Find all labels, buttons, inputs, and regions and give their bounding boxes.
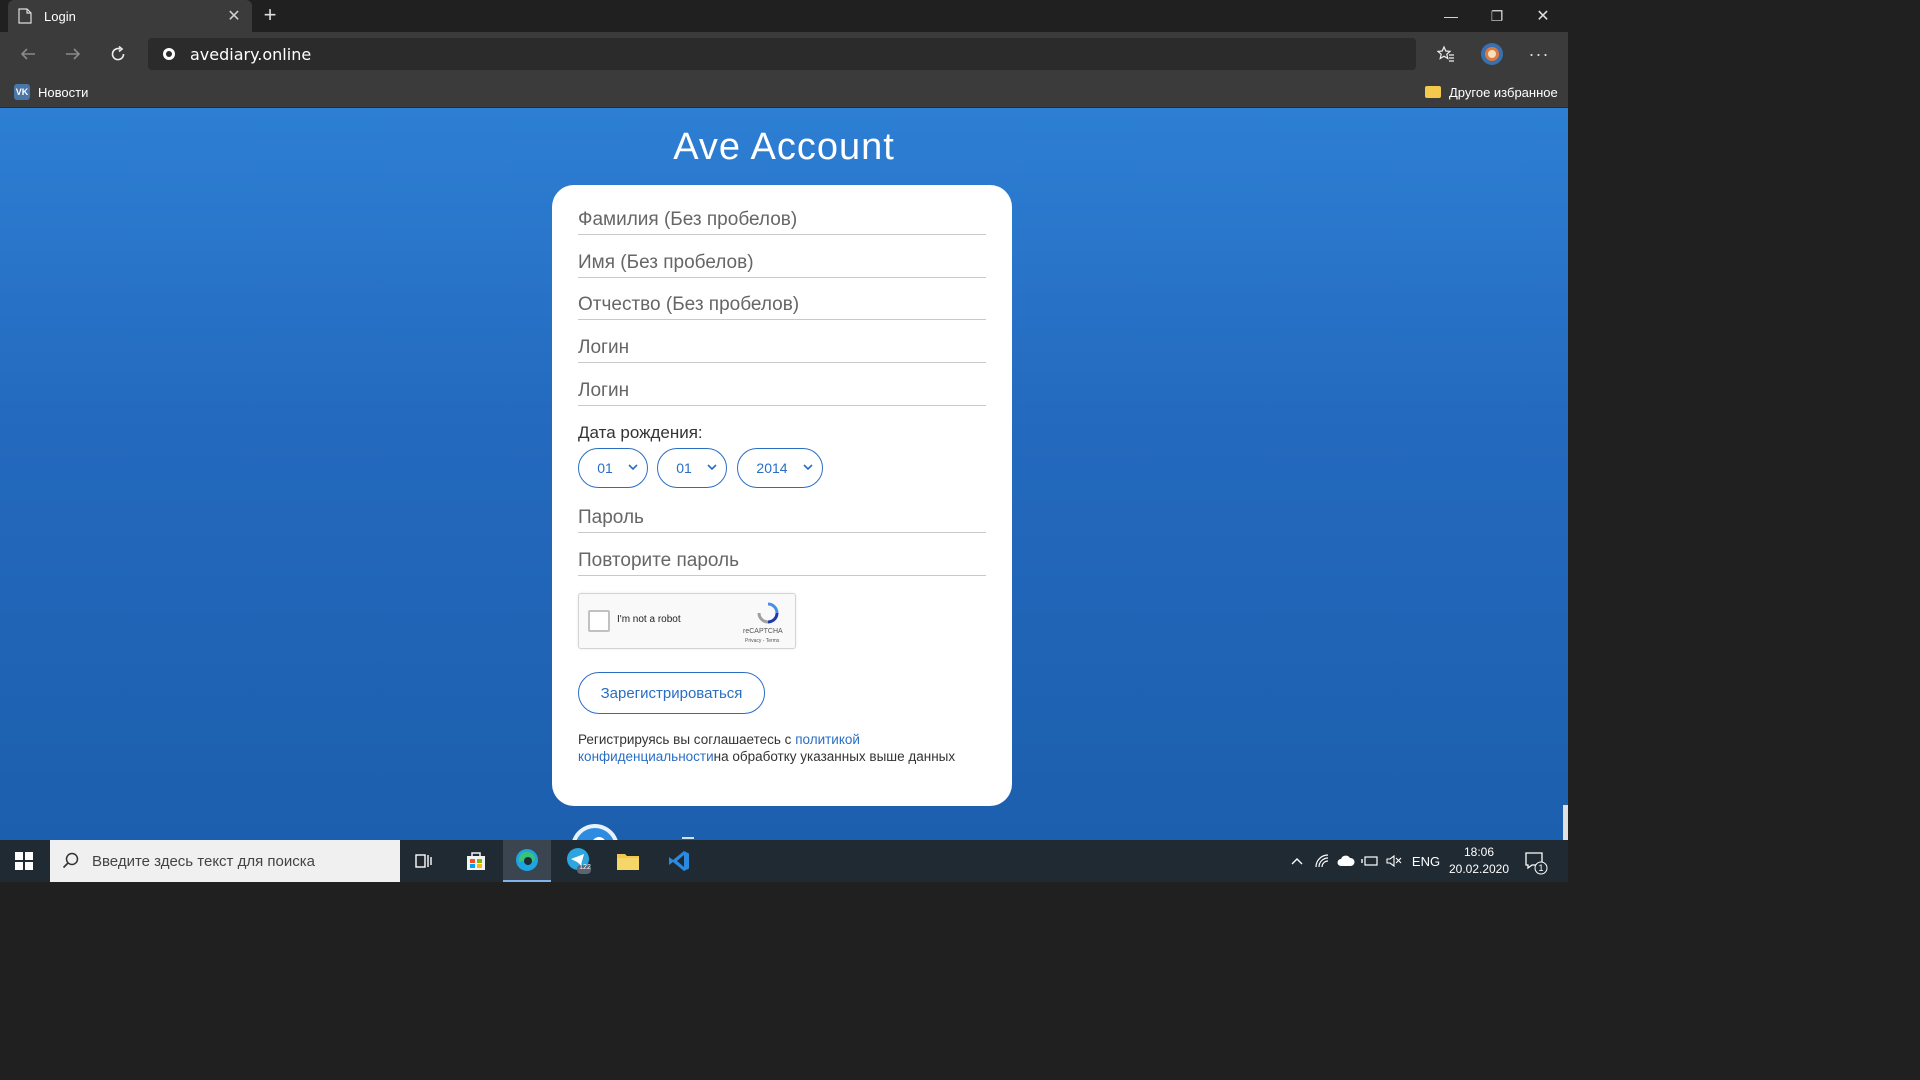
store-icon[interactable] [452, 840, 500, 882]
task-view-icon[interactable] [400, 840, 448, 882]
last-name-field[interactable]: Фамилия (Без пробелов) [578, 209, 986, 235]
web-page: Ave Account Фамилия (Без пробелов) Имя (… [0, 108, 1568, 840]
password-repeat-field[interactable]: Повторите пароль [578, 550, 986, 576]
recaptcha-logo-icon [757, 602, 779, 624]
dob-day-value: 01 [597, 460, 613, 476]
dob-day-select[interactable]: 01 [578, 448, 648, 488]
dob-month-value: 01 [676, 460, 692, 476]
recaptcha-widget: I'm not a robot reCAPTCHA Privacy - Term… [578, 593, 796, 649]
notification-count: 1 [1538, 863, 1544, 873]
more-options-icon[interactable]: ··· [1523, 38, 1555, 70]
system-clock[interactable]: 18:06 20.02.2020 [1448, 844, 1510, 878]
password-field[interactable]: Пароль [578, 507, 986, 533]
file-explorer-icon[interactable] [604, 840, 652, 882]
wifi-icon[interactable] [1310, 840, 1334, 882]
chevron-down-icon [803, 464, 813, 471]
url-text: avediary.online [190, 44, 312, 64]
close-tab-icon[interactable]: ✕ [226, 6, 242, 26]
minimize-icon[interactable]: — [1428, 0, 1474, 32]
chevron-down-icon [707, 464, 717, 471]
chevron-down-icon [628, 464, 638, 471]
close-window-icon[interactable]: ✕ [1520, 0, 1566, 32]
profile-avatar[interactable] [1476, 38, 1508, 70]
search-icon [62, 852, 79, 869]
clock-time: 18:06 [1463, 845, 1495, 859]
first-name-field[interactable]: Имя (Без пробелов) [578, 252, 986, 278]
vscode-icon[interactable] [655, 840, 703, 882]
browser-titlebar: Login ✕ + — ❐ ✕ [0, 0, 1568, 32]
recaptcha-brand: reCAPTCHA [743, 628, 783, 635]
telegram-badge: 122 [579, 864, 591, 871]
taskbar-search-placeholder: Введите здесь текст для поиска [92, 852, 315, 870]
bookmark-news[interactable]: VK Новости [14, 82, 88, 102]
tray-overflow-icon[interactable] [1286, 840, 1308, 882]
refresh-icon[interactable] [102, 38, 134, 70]
taskbar: Введите здесь текст для поиска 122 ENG 1… [0, 840, 1568, 882]
registration-card: Фамилия (Без пробелов) Имя (Без пробелов… [552, 185, 1012, 806]
language-indicator[interactable]: ENG [1408, 840, 1444, 882]
cloud-icon[interactable] [1334, 840, 1358, 882]
restore-icon[interactable]: ❐ [1474, 0, 1520, 32]
favorites-icon[interactable] [1430, 38, 1462, 70]
recaptcha-links[interactable]: Privacy - Terms [745, 638, 779, 644]
new-tab-button[interactable]: + [258, 4, 282, 28]
register-button[interactable]: Зарегистрироваться [578, 672, 765, 714]
vk-icon: VK [14, 84, 30, 100]
recaptcha-checkbox[interactable] [588, 610, 610, 632]
telegram-icon[interactable]: 122 [555, 840, 603, 882]
address-bar[interactable]: avediary.online [148, 38, 1416, 70]
dob-month-select[interactable]: 01 [657, 448, 727, 488]
login-confirm-field[interactable]: Логин [578, 380, 986, 406]
folder-icon [1425, 86, 1441, 98]
battery-icon[interactable] [1358, 840, 1382, 882]
footer-logo [571, 824, 619, 840]
dob-year-value: 2014 [756, 460, 788, 476]
clock-date: 20.02.2020 [1448, 862, 1510, 876]
middle-name-field[interactable]: Отчество (Без пробелов) [578, 294, 986, 320]
bookmark-other-label: Другое избранное [1449, 84, 1558, 100]
forward-icon[interactable] [57, 38, 89, 70]
edge-taskbar-icon[interactable] [503, 840, 551, 882]
login-field[interactable]: Логин [578, 337, 986, 363]
notification-center-icon[interactable]: 1 [1522, 848, 1550, 876]
page-icon [18, 8, 32, 24]
bookmark-other-favorites[interactable]: Другое избранное [1425, 82, 1558, 102]
page-title: Ave Account [673, 126, 895, 168]
recaptcha-label: I'm not a robot [617, 614, 681, 625]
browser-tab[interactable]: Login ✕ [8, 0, 252, 32]
taskbar-search-input[interactable]: Введите здесь текст для поиска [50, 840, 400, 882]
bookmarks-bar: VK Новости Другое избранное [0, 76, 1568, 108]
volume-muted-icon[interactable] [1382, 840, 1406, 882]
tab-title: Login [44, 8, 76, 24]
privacy-notice-prefix: Регистрируясь вы соглашаетесь с [578, 732, 796, 747]
privacy-notice: Регистрируясь вы соглашаетесь с политико… [578, 731, 988, 765]
site-info-icon[interactable] [162, 47, 176, 61]
navigation-bar: avediary.online ··· [0, 32, 1568, 76]
windows-start-icon[interactable] [0, 840, 48, 882]
footer-mark [682, 837, 694, 839]
page-scrollbar[interactable] [1563, 805, 1568, 840]
privacy-notice-suffix: на обработку указанных выше данных [713, 749, 956, 764]
dob-year-select[interactable]: 2014 [737, 448, 823, 488]
dob-label: Дата рождения: [578, 423, 703, 442]
back-icon[interactable] [12, 38, 44, 70]
bookmark-news-label: Новости [38, 84, 89, 100]
